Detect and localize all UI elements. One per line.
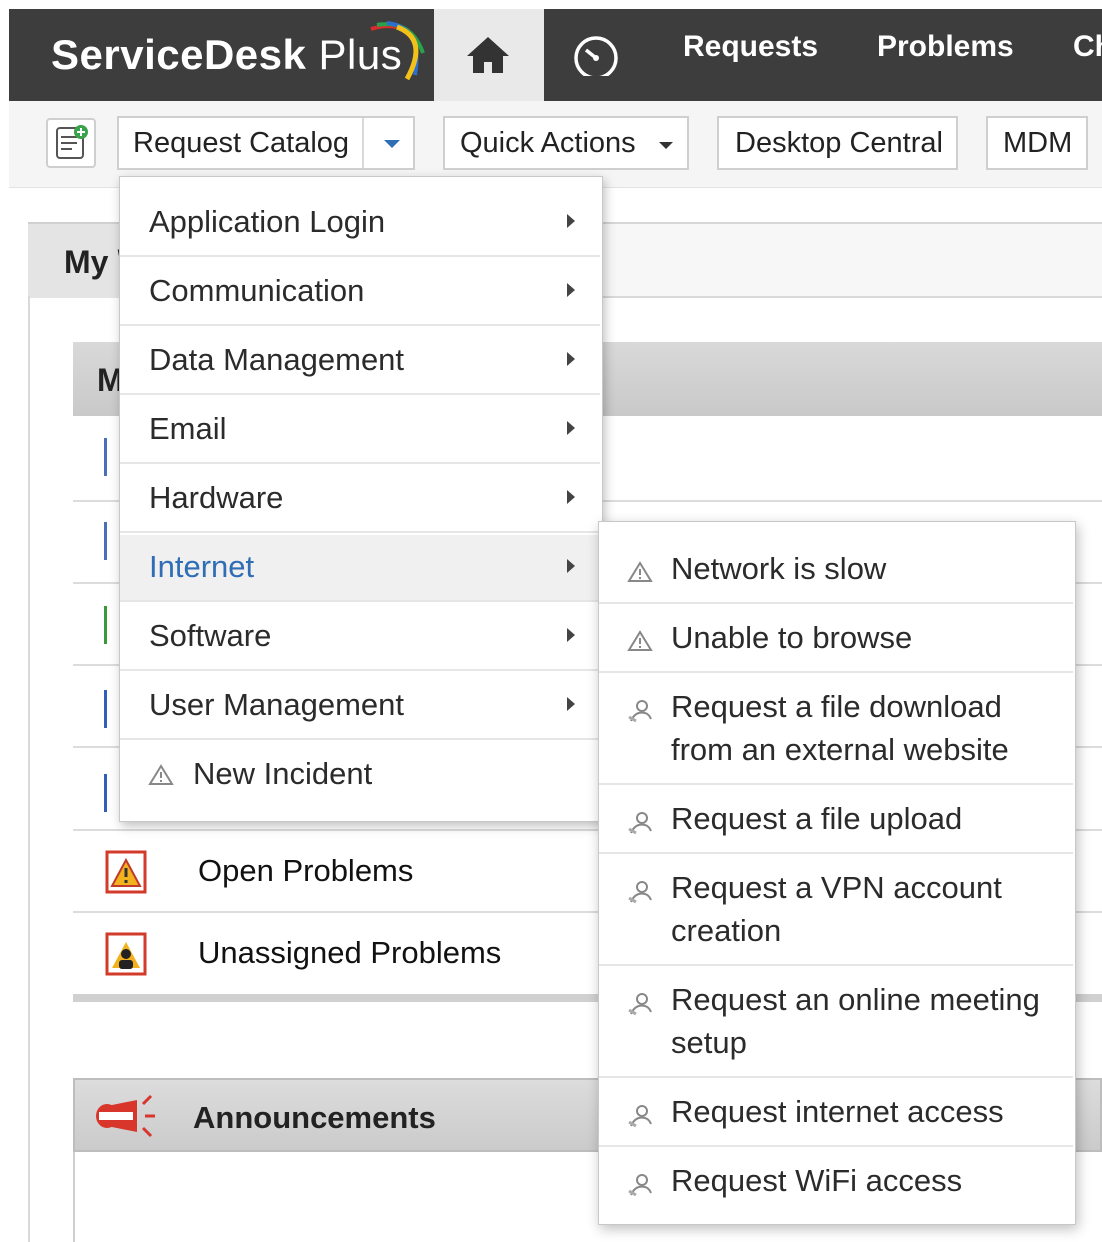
incident-warning-icon: [627, 561, 653, 582]
service-request-icon: [628, 1174, 652, 1197]
request-catalog-label: Request Catalog: [133, 127, 350, 159]
new-request-icon: [56, 125, 88, 159]
tab-my-view-label: My \: [64, 244, 127, 280]
service-request-icon: [628, 700, 652, 723]
chevron-right-icon: [567, 214, 575, 228]
submenu-item-label: Request a file upload: [671, 801, 963, 836]
chevron-right-icon: [567, 421, 575, 435]
submenu-item-file-upload[interactable]: Request a file upload: [599, 785, 1073, 854]
chevron-right-icon: [567, 697, 575, 711]
service-request-icon: [628, 1105, 652, 1128]
announcements-body-border: [73, 1152, 75, 1242]
menu-item-label: New Incident: [193, 756, 373, 791]
logo-text-bold: ServiceDesk: [51, 31, 307, 78]
chevron-right-icon: [567, 490, 575, 504]
submenu-item-label: Request WiFi access: [671, 1163, 963, 1198]
chevron-right-icon: [567, 283, 575, 297]
menu-item-label: Email: [149, 411, 227, 446]
submenu-item-network-is-slow[interactable]: Network is slow: [599, 535, 1073, 604]
chevron-right-icon: [567, 628, 575, 642]
menu-item-communication[interactable]: Communication: [120, 259, 600, 326]
service-request-icon: [628, 812, 652, 835]
unassigned-problems-link[interactable]: Unassigned Problems: [198, 935, 501, 971]
submenu-item-online-meeting[interactable]: Request an online meeting setup: [599, 966, 1073, 1078]
request-catalog-button[interactable]: Request Catalog: [117, 116, 415, 170]
desktop-central-button[interactable]: Desktop Central: [717, 116, 958, 170]
chevron-right-icon: [567, 352, 575, 366]
open-problems-icon: [105, 850, 147, 894]
app-logo[interactable]: ServiceDesk Plus: [9, 9, 434, 101]
my-view-bar: [600, 224, 1102, 298]
chevron-down-icon[interactable]: [384, 140, 400, 148]
submenu-item-file-download[interactable]: Request a file download from an external…: [599, 673, 1073, 785]
submenu-item-vpn-account[interactable]: Request a VPN account creation: [599, 854, 1073, 966]
quick-actions-label: Quick Actions: [460, 127, 636, 159]
request-catalog-menu: Application Login Communication Data Man…: [119, 176, 603, 822]
submenu-item-label: Network is slow: [671, 551, 887, 586]
unassigned-problems-icon: [105, 932, 147, 976]
submenu-item-label: Request a VPN account creation: [671, 870, 1002, 948]
menu-item-user-management[interactable]: User Management: [120, 673, 600, 740]
nav-problems[interactable]: Problems: [877, 30, 1014, 64]
desktop-central-label: Desktop Central: [735, 127, 943, 159]
split-divider: [362, 118, 364, 168]
new-request-button[interactable]: [46, 118, 96, 168]
incident-warning-icon: [148, 764, 174, 785]
menu-item-label: Hardware: [149, 480, 284, 515]
menu-item-label: User Management: [149, 687, 405, 722]
menu-item-label: Internet: [149, 549, 255, 584]
submenu-item-label: Request a file download from an external…: [671, 689, 1009, 767]
menu-item-software[interactable]: Software: [120, 604, 600, 671]
chevron-right-icon: [567, 559, 575, 573]
menu-item-application-login[interactable]: Application Login: [120, 190, 600, 257]
menu-item-label: Data Management: [149, 342, 405, 377]
dashboard-tab[interactable]: [570, 34, 622, 81]
service-request-icon: [628, 993, 652, 1016]
mdm-label: MDM: [1003, 127, 1073, 159]
menu-item-label: Software: [149, 618, 272, 653]
menu-item-label: Application Login: [149, 204, 386, 239]
announcements-title: Announcements: [193, 1100, 436, 1135]
submenu-item-wifi-access[interactable]: Request WiFi access: [599, 1147, 1073, 1216]
submenu-item-label: Request internet access: [671, 1094, 1004, 1129]
menu-item-hardware[interactable]: Hardware: [120, 466, 600, 533]
home-icon: [467, 37, 509, 73]
menu-item-internet[interactable]: Internet: [120, 535, 600, 602]
menu-item-label: Communication: [149, 273, 365, 308]
megaphone-icon: [96, 1094, 155, 1138]
menu-item-new-incident[interactable]: New Incident: [120, 742, 600, 809]
submenu-item-label: Unable to browse: [671, 620, 913, 655]
nav-requests[interactable]: Requests: [683, 30, 818, 64]
panel-border: [28, 296, 30, 1242]
internet-submenu: Network is slow Unable to browse Request…: [598, 521, 1076, 1225]
chevron-down-icon: [659, 142, 673, 149]
dashboard-gauge-icon: [574, 36, 618, 80]
incident-warning-icon: [627, 630, 653, 651]
menu-item-email[interactable]: Email: [120, 397, 600, 464]
home-tab[interactable]: [434, 9, 544, 101]
open-problems-link[interactable]: Open Problems: [198, 853, 413, 889]
submenu-item-internet-access[interactable]: Request internet access: [599, 1078, 1073, 1147]
submenu-item-label: Request an online meeting setup: [671, 982, 1040, 1060]
menu-item-data-management[interactable]: Data Management: [120, 328, 600, 395]
quick-actions-button[interactable]: Quick Actions: [443, 116, 689, 170]
mdm-button[interactable]: MDM: [986, 116, 1088, 170]
logo-swoosh-icon: [370, 21, 425, 81]
nav-changes[interactable]: Ch: [1073, 30, 1102, 64]
service-request-icon: [628, 881, 652, 904]
submenu-item-unable-to-browse[interactable]: Unable to browse: [599, 604, 1073, 673]
